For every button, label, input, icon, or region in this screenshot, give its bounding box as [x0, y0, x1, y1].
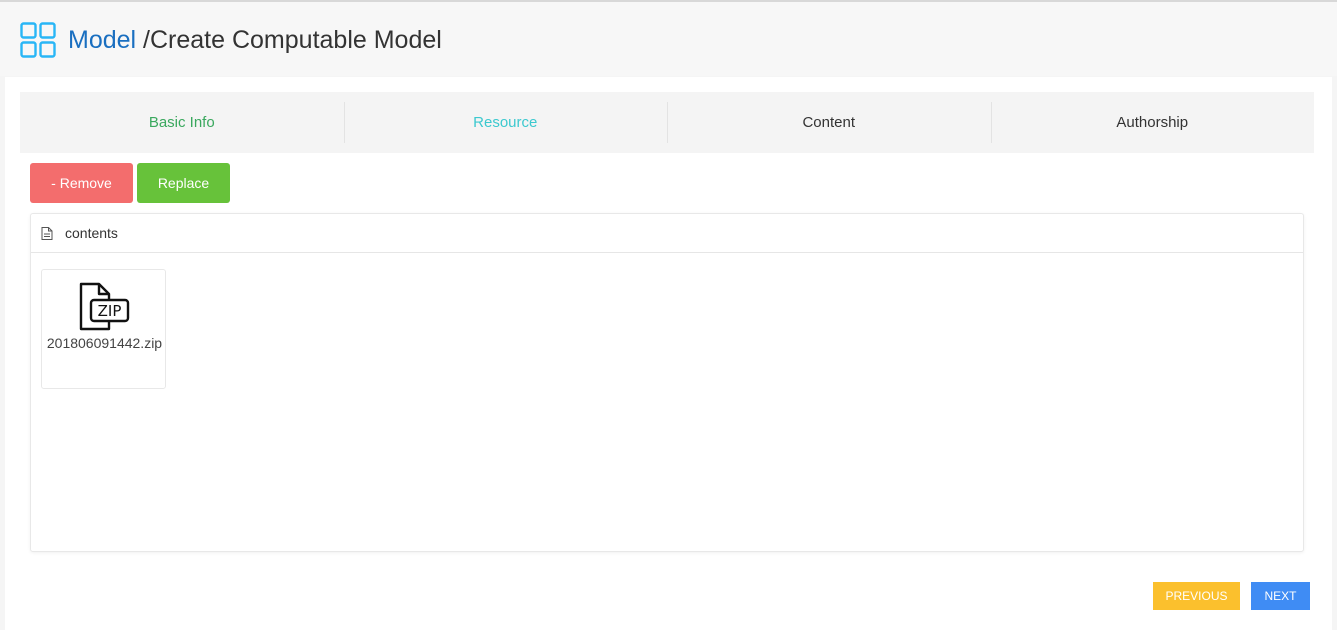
svg-text:ZIP: ZIP	[98, 302, 122, 320]
replace-button[interactable]: Replace	[137, 163, 230, 203]
zip-file-icon: ZIP	[79, 282, 130, 331]
breadcrumb-current: /Create Computable Model	[143, 26, 442, 54]
step-authorship[interactable]: Authorship	[990, 92, 1315, 153]
file-item[interactable]: ZIP 201806091442.zip	[41, 269, 166, 389]
remove-button[interactable]: - Remove	[30, 163, 133, 203]
page-header: Model /Create Computable Model	[0, 2, 1337, 76]
file-browser: contents ZIP 201806091442.zip	[30, 213, 1304, 552]
previous-button[interactable]: PREVIOUS	[1153, 582, 1240, 610]
file-name: 201806091442.zip	[46, 335, 163, 351]
step-basic-info[interactable]: Basic Info	[20, 92, 344, 153]
next-button[interactable]: NEXT	[1251, 582, 1310, 610]
grid-icon	[20, 22, 56, 58]
document-icon	[41, 227, 53, 240]
step-resource[interactable]: Resource	[343, 92, 668, 153]
wizard-steps: Basic Info Resource Content Authorship	[20, 92, 1314, 153]
step-content[interactable]: Content	[667, 92, 991, 153]
wizard-panel: Basic Info Resource Content Authorship -…	[5, 77, 1332, 630]
page-title: Model /Create Computable Model	[68, 24, 442, 56]
breadcrumb-model-link[interactable]: Model	[68, 26, 136, 54]
folder-label[interactable]: contents	[65, 225, 118, 241]
file-browser-header: contents	[31, 214, 1303, 253]
